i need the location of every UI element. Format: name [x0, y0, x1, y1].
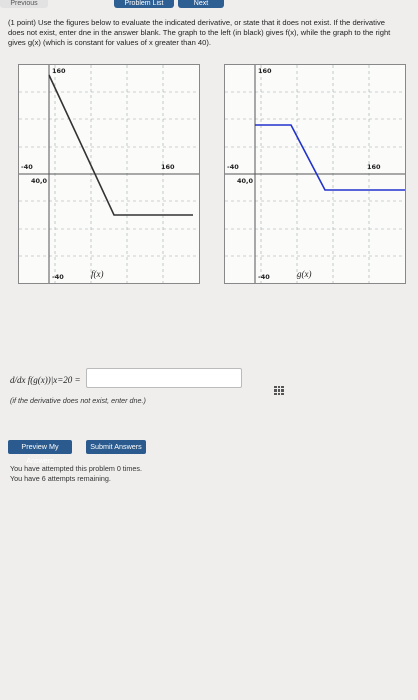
remaining-text: You have 6 attempts remaining.: [10, 474, 111, 483]
problem-list-button[interactable]: Problem List: [114, 0, 174, 8]
next-button[interactable]: Next: [178, 0, 224, 8]
graph-g-plot: 160 -40 160 40,0 -40: [225, 65, 405, 283]
g-tick-left: -40: [227, 163, 239, 171]
answer-input[interactable]: [86, 368, 242, 388]
g-tick-top: 160: [258, 67, 272, 75]
preview-answers-button[interactable]: Preview My Answers: [8, 440, 72, 465]
graph-f-plot: 160 -40 160 40,0 -40: [19, 65, 199, 283]
equation-editor-icon[interactable]: [274, 386, 284, 395]
g-tick-right: 160: [367, 163, 381, 171]
problem-statement: (1 point) Use the figures below to evalu…: [8, 18, 398, 48]
attempts-text: You have attempted this problem 0 times.: [10, 464, 142, 473]
f-curve: [48, 74, 193, 216]
graph-g: 160 -40 160 40,0 -40 g(x): [224, 64, 406, 284]
problem-text: Use the figures below to evaluate the in…: [8, 18, 391, 47]
f-tick-bottom: -40: [52, 273, 64, 281]
previous-button[interactable]: Previous: [0, 0, 48, 8]
problem-nav: Previous Problem List Next: [0, 0, 418, 8]
g-tick-bottom: -40: [258, 273, 270, 281]
f-tick-top: 160: [52, 67, 66, 75]
g-tick-x: 40,0: [237, 177, 254, 185]
graph-f: 160 -40 160 40,0 -40 f(x): [18, 64, 200, 284]
f-tick-x: 40,0: [31, 177, 48, 185]
f-label: f(x): [91, 269, 104, 279]
submit-answers-button[interactable]: Submit Answers: [86, 440, 146, 454]
dne-hint: (if the derivative does not exist, enter…: [10, 396, 146, 405]
g-label: g(x): [297, 269, 312, 279]
derivative-expression: d/dx f(g(x))|x=20 =: [10, 375, 81, 385]
f-tick-right: 160: [161, 163, 175, 171]
points-label: (1 point): [8, 18, 36, 27]
g-curve: [255, 124, 405, 191]
f-tick-left: -40: [21, 163, 33, 171]
